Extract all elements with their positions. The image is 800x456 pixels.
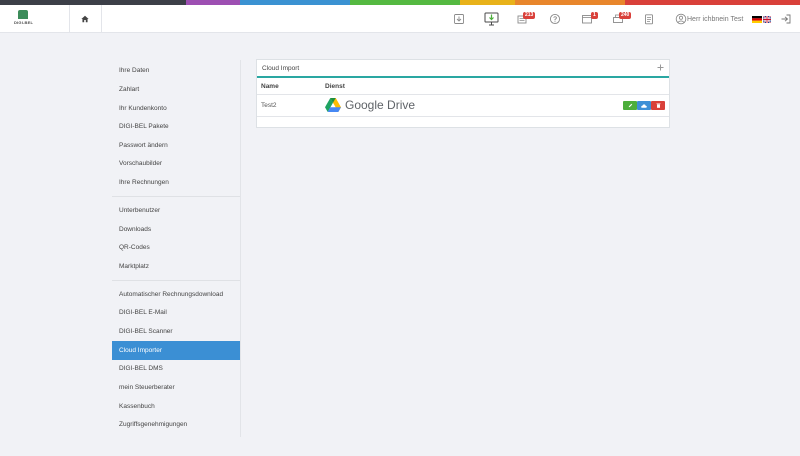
delete-button[interactable] <box>651 101 665 110</box>
column-header-dienst: Dienst <box>325 83 345 90</box>
table-divider <box>257 94 669 95</box>
row-service: Google Drive <box>345 98 416 112</box>
sidebar-item-vorschaubilder[interactable]: Vorschaubilder <box>112 154 240 173</box>
sidebar-item-qr-codes[interactable]: QR-Codes <box>112 238 240 257</box>
sidebar-item-downloads[interactable]: Downloads <box>112 220 240 239</box>
app-logo[interactable]: DIGI-BEL <box>14 10 36 28</box>
logo-text: DIGI-BEL <box>14 20 34 25</box>
sidebar-item-pakete[interactable]: DIGI-BEL Pakete <box>112 117 240 136</box>
user-icon[interactable] <box>675 13 687 25</box>
google-drive-icon <box>325 98 341 112</box>
sidebar-item-ihre-daten[interactable]: Ihre Daten <box>112 61 240 80</box>
sidebar-item-cloud-importer[interactable]: Cloud Importer <box>112 341 240 360</box>
home-button[interactable] <box>69 5 101 33</box>
pencil-icon <box>628 103 632 108</box>
sidebar-item-zugriffsgenehmigungen[interactable]: Zugriffsgenehmigungen <box>112 415 240 434</box>
google-drive-logo: Google Drive <box>325 98 415 112</box>
home-icon <box>81 15 89 23</box>
sidebar-item-rechnungsdownload[interactable]: Automatischer Rechnungsdownload <box>112 285 240 304</box>
cloud-import-panel: Cloud Import Name Dienst Test2 Google Dr… <box>256 59 670 128</box>
sidebar-item-dms[interactable]: DIGI-BEL DMS <box>112 359 240 378</box>
uk-flag-icon[interactable] <box>763 16 771 23</box>
sidebar-divider <box>112 196 240 197</box>
sidebar-item-marktplatz[interactable]: Marktplatz <box>112 257 240 276</box>
cloud-icon <box>641 103 647 108</box>
logo-mark <box>18 10 28 19</box>
top-header: DIGI-BEL 213 1 240 Herr ichbnein Test <box>0 5 800 33</box>
monitor-download-icon[interactable] <box>484 12 499 26</box>
german-flag-icon[interactable] <box>752 16 762 23</box>
header-divider <box>101 5 102 33</box>
cloud-sync-button[interactable] <box>637 101 651 110</box>
sidebar-item-email[interactable]: DIGI-BEL E-Mail <box>112 303 240 322</box>
import-icon[interactable] <box>453 13 465 25</box>
clipboard-icon[interactable] <box>643 13 655 25</box>
sidebar-item-kassenbuch[interactable]: Kassenbuch <box>112 397 240 416</box>
add-import-button[interactable] <box>657 63 664 73</box>
table-divider <box>257 116 669 117</box>
sidebar-item-passwort[interactable]: Passwort ändern <box>112 136 240 155</box>
help-icon[interactable] <box>549 13 561 25</box>
sidebar-divider <box>112 280 240 281</box>
panel-title: Cloud Import <box>262 65 300 72</box>
sidebar-item-rechnungen[interactable]: Ihre Rechnungen <box>112 173 240 192</box>
sidebar-item-steuerberater[interactable]: mein Steuerberater <box>112 378 240 397</box>
logout-icon[interactable] <box>780 13 792 25</box>
print-badge: 240 <box>619 12 632 19</box>
plus-icon <box>657 64 664 71</box>
user-name[interactable]: Herr ichbnein Test <box>687 16 743 23</box>
edit-button[interactable] <box>623 101 637 110</box>
sidebar-item-zahlart[interactable]: Zahlart <box>112 80 240 99</box>
settings-sidebar: Ihre Daten Zahlart Ihr Kundenkonto DIGI-… <box>112 60 241 437</box>
sidebar-item-kundenkonto[interactable]: Ihr Kundenkonto <box>112 99 240 118</box>
column-header-name: Name <box>261 83 279 90</box>
documents-badge: 213 <box>523 12 536 19</box>
trash-icon <box>656 103 660 108</box>
sidebar-item-unterbenutzer[interactable]: Unterbenutzer <box>112 201 240 220</box>
row-name: Test2 <box>261 102 277 109</box>
panel-header: Cloud Import <box>257 60 669 78</box>
inbox-badge: 1 <box>591 12 598 19</box>
sidebar-item-scanner[interactable]: DIGI-BEL Scanner <box>112 322 240 341</box>
